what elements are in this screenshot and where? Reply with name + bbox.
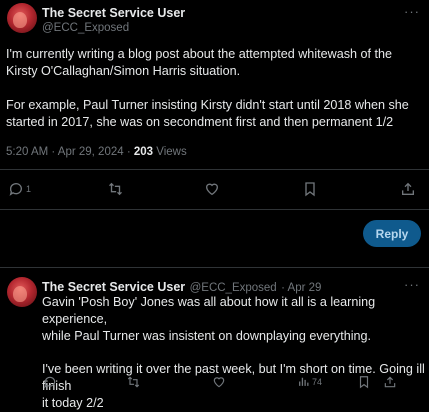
reply-count: 1 [26, 184, 32, 194]
author-handle[interactable]: @ECC_Exposed [42, 22, 129, 34]
share-upload-icon [400, 181, 416, 197]
divider [0, 209, 429, 210]
reply-bookmark-action[interactable] [357, 375, 371, 389]
tweet-text-line: I'm currently writing a blog post about … [6, 47, 393, 61]
reply-date[interactable]: · Apr 29 [281, 282, 321, 294]
share-upload-icon [383, 375, 397, 389]
tweet-text-line: For example, Paul Turner insisting Kirst… [6, 98, 409, 112]
retweet-action[interactable] [107, 181, 124, 197]
bar-chart-icon [297, 375, 310, 388]
reply-text: Gavin 'Posh Boy' Jones was all about how… [42, 294, 427, 412]
views-label: Views [156, 146, 187, 158]
reply-like-action[interactable] [212, 375, 226, 389]
more-horizontal-icon[interactable]: ··· [404, 277, 420, 292]
divider [0, 267, 429, 268]
speech-bubble-icon [8, 181, 24, 197]
reply-text-line: it today 2/2 [42, 396, 104, 410]
retweet-arrows-icon [107, 181, 124, 197]
tweet-text: I'm currently writing a blog post about … [6, 46, 426, 131]
reply-text-line: Gavin 'Posh Boy' Jones was all about how… [42, 295, 376, 326]
reply-action[interactable]: 1 [8, 181, 31, 197]
reply-views-action[interactable]: 74 [297, 375, 322, 388]
reply-author-avatar[interactable] [7, 277, 37, 307]
reply-author-handle[interactable]: @ECC_Exposed [190, 282, 277, 294]
tweet-text-line: started in 2017, she was on secondment f… [6, 115, 394, 129]
retweet-arrows-icon [126, 375, 141, 389]
heart-icon [204, 181, 220, 197]
reply-button[interactable]: Reply [363, 220, 421, 247]
reply-author-name[interactable]: The Secret Service User [42, 280, 185, 294]
bookmark-icon [302, 181, 318, 197]
tweet-text-line: Kirsty O'Callaghan/Simon Harris situatio… [6, 64, 241, 78]
reply-share-action[interactable] [383, 375, 397, 389]
bookmark-action[interactable] [302, 181, 318, 197]
more-horizontal-icon[interactable]: ··· [404, 4, 420, 19]
tweet-timestamp[interactable]: 5:20 AM · Apr 29, 2024 · [6, 146, 134, 158]
author-name[interactable]: The Secret Service User [42, 6, 185, 20]
speech-bubble-icon [43, 375, 57, 389]
tweet-meta: 5:20 AM · Apr 29, 2024 · 203 Views [6, 146, 187, 158]
heart-icon [212, 375, 226, 389]
reply-views-count: 74 [312, 376, 323, 387]
views-count: 203 [133, 146, 154, 158]
bookmark-icon [357, 375, 371, 389]
share-action[interactable] [400, 181, 416, 197]
reply-retweet-action[interactable] [126, 375, 141, 389]
reply-reply-action[interactable] [43, 375, 57, 389]
divider [0, 169, 429, 170]
reply-text-line: while Paul Turner was insistent on downp… [42, 329, 372, 343]
like-action[interactable] [204, 181, 220, 197]
author-avatar[interactable] [7, 3, 37, 33]
